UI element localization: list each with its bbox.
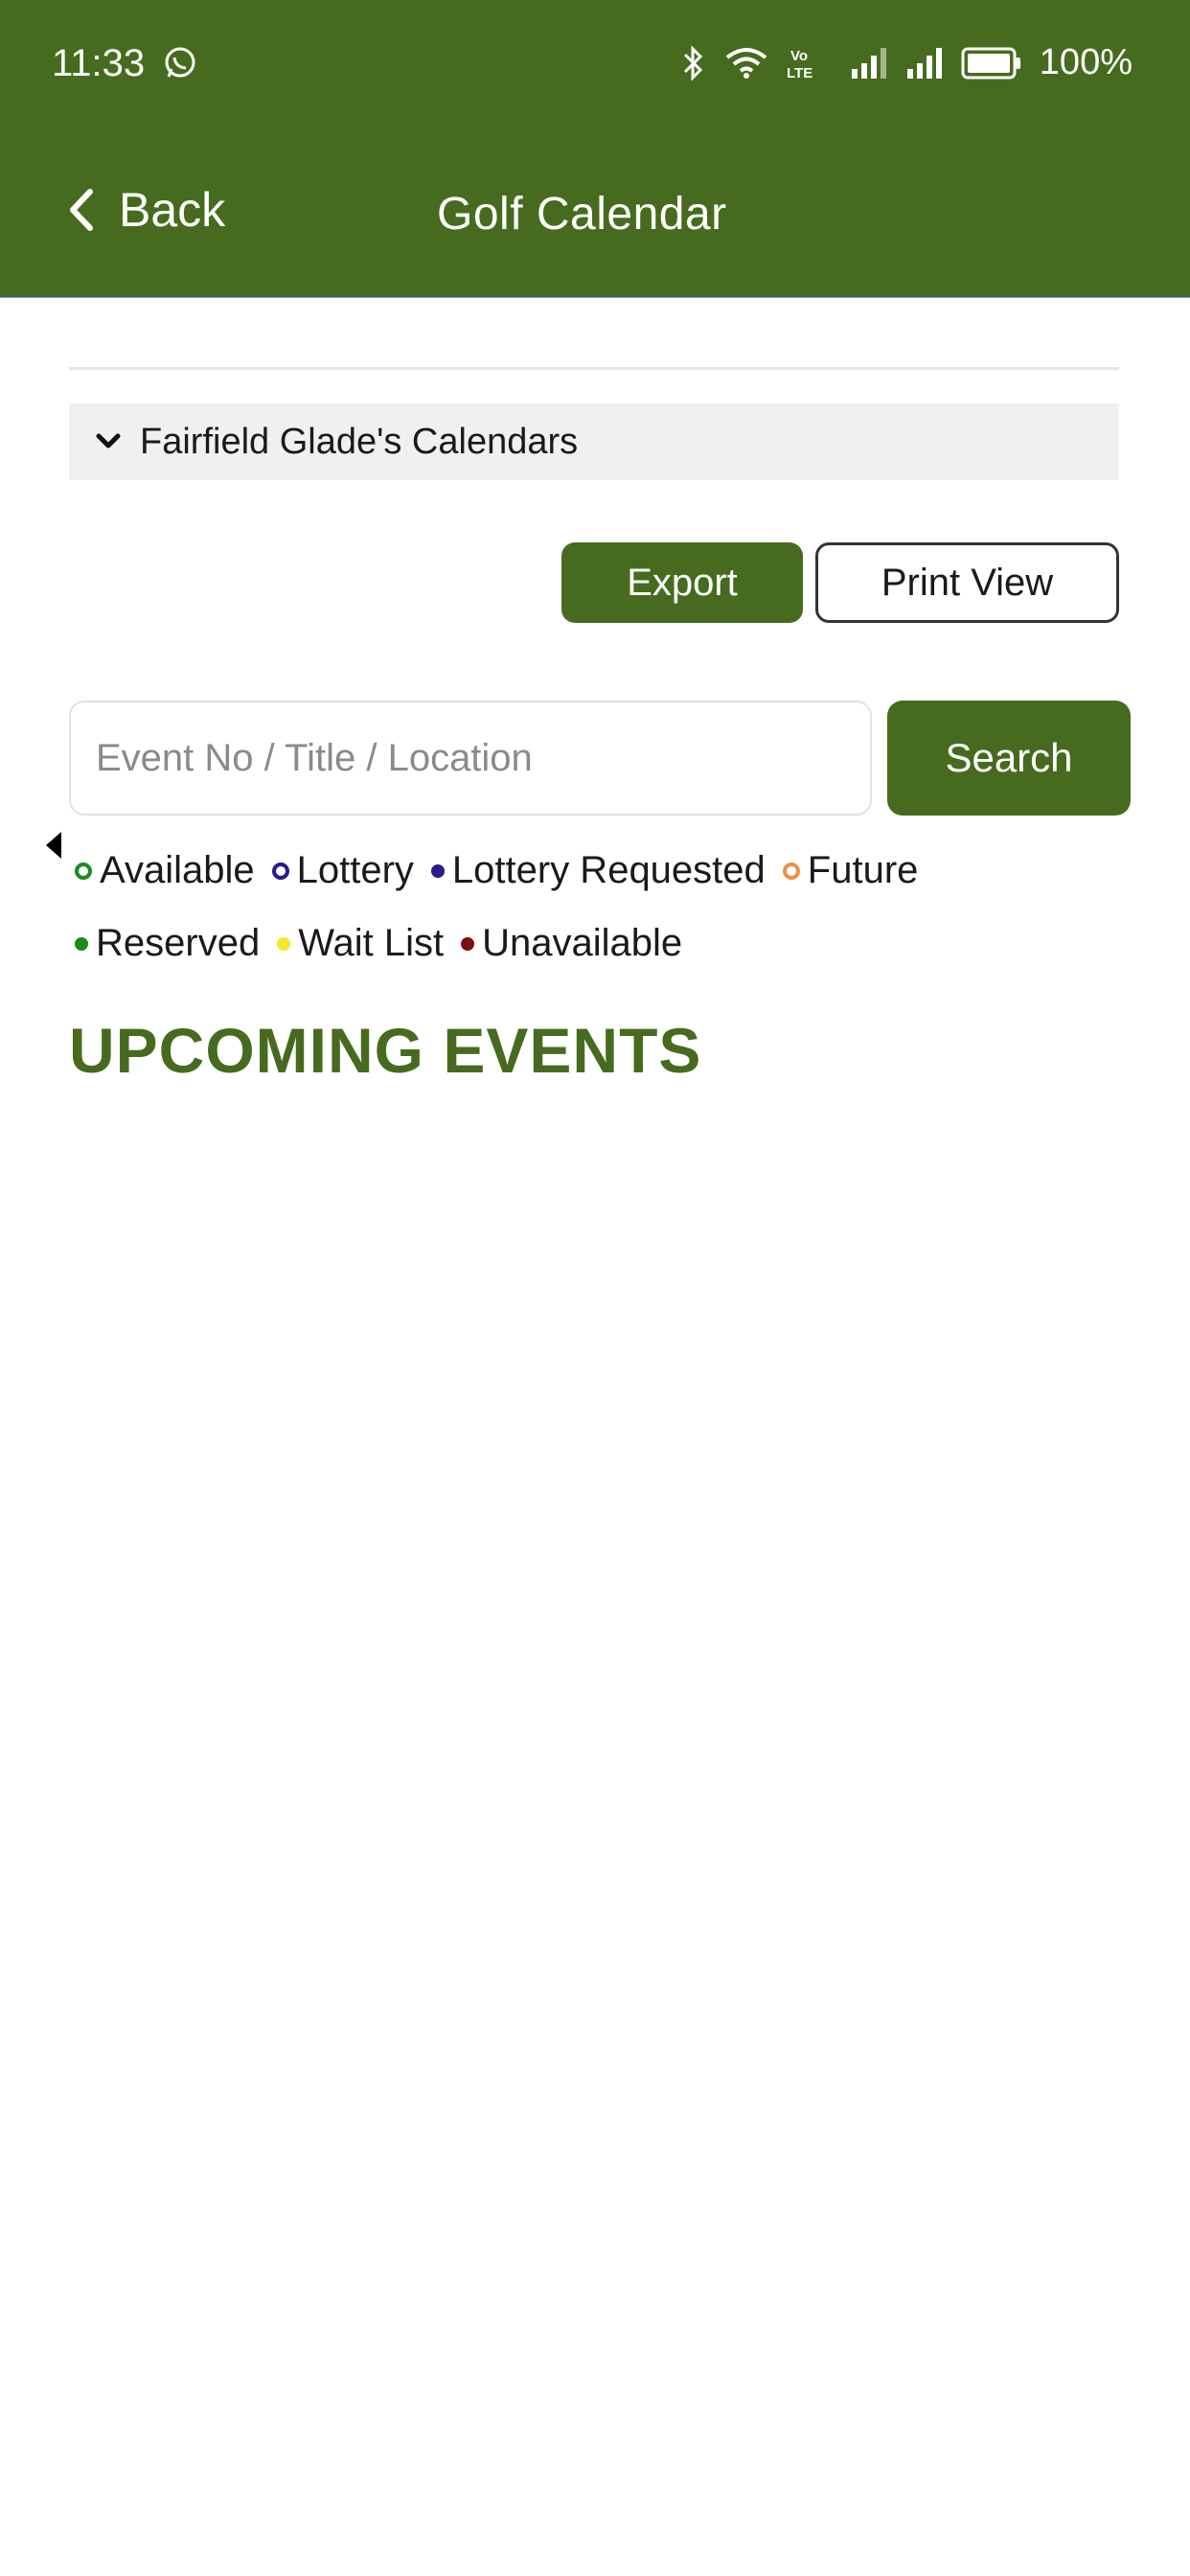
app-header: 11:33 Vo LTE 100% Back Golf Calendar bbox=[0, 0, 1190, 298]
legend-label: Future bbox=[807, 849, 919, 891]
legend-row: Available Lottery Lottery Requested Futu… bbox=[75, 849, 935, 892]
search-button[interactable]: Search bbox=[887, 701, 1131, 816]
chevron-down-icon bbox=[96, 433, 121, 450]
svg-text:LTE: LTE bbox=[787, 65, 812, 81]
svg-text:Vo: Vo bbox=[790, 48, 808, 64]
legend-lottery: Lottery bbox=[271, 849, 414, 892]
status-dot-icon bbox=[75, 862, 92, 880]
legend-label: Reserved bbox=[96, 922, 261, 964]
calendars-accordion[interactable]: Fairfield Glade's Calendars bbox=[69, 403, 1119, 480]
bluetooth-icon bbox=[683, 44, 702, 81]
header-divider bbox=[0, 295, 1190, 298]
caret-left-icon[interactable] bbox=[46, 832, 61, 859]
status-dot-icon bbox=[277, 936, 291, 951]
legend-label: Lottery bbox=[296, 849, 414, 891]
legend-unavailable: Unavailable bbox=[461, 922, 682, 965]
volte-icon: Vo LTE bbox=[787, 48, 812, 81]
legend-available: Available bbox=[75, 849, 255, 892]
back-label: Back bbox=[119, 183, 226, 237]
legend-label: Available bbox=[100, 849, 255, 891]
legend-label: Lottery Requested bbox=[451, 849, 766, 891]
status-dot-icon bbox=[461, 936, 475, 951]
status-dot-icon bbox=[782, 862, 800, 880]
signal-icon bbox=[906, 47, 942, 79]
legend-label: Unavailable bbox=[482, 922, 683, 964]
status-dot-icon bbox=[271, 862, 289, 880]
signal-icon bbox=[851, 47, 886, 79]
legend-row: Reserved Wait List Unavailable bbox=[75, 922, 699, 965]
wifi-icon bbox=[725, 47, 767, 79]
battery-icon bbox=[961, 47, 1020, 79]
status-dot-icon bbox=[430, 863, 445, 878]
section-divider bbox=[69, 367, 1119, 370]
upcoming-events-heading: UPCOMING EVENTS bbox=[69, 1015, 702, 1086]
legend-wait-list: Wait List bbox=[277, 922, 444, 965]
whatsapp-icon bbox=[165, 47, 195, 78]
status-dot-icon bbox=[75, 936, 88, 951]
page-title: Golf Calendar bbox=[437, 189, 727, 240]
legend-label: Wait List bbox=[298, 922, 445, 964]
legend-lottery-requested: Lottery Requested bbox=[430, 849, 766, 892]
accordion-label: Fairfield Glade's Calendars bbox=[140, 421, 579, 462]
battery-percent: 100% bbox=[1039, 42, 1133, 82]
status-icons: Vo LTE 100% bbox=[681, 42, 1133, 83]
status-time: 11:33 bbox=[52, 42, 146, 84]
search-input[interactable] bbox=[69, 701, 872, 816]
legend-reserved: Reserved bbox=[75, 922, 260, 965]
chevron-left-icon bbox=[70, 189, 93, 231]
legend-future: Future bbox=[782, 849, 919, 892]
export-button[interactable]: Export bbox=[561, 542, 803, 623]
print-view-button[interactable]: Print View bbox=[815, 542, 1119, 623]
back-button[interactable]: Back bbox=[67, 182, 225, 238]
